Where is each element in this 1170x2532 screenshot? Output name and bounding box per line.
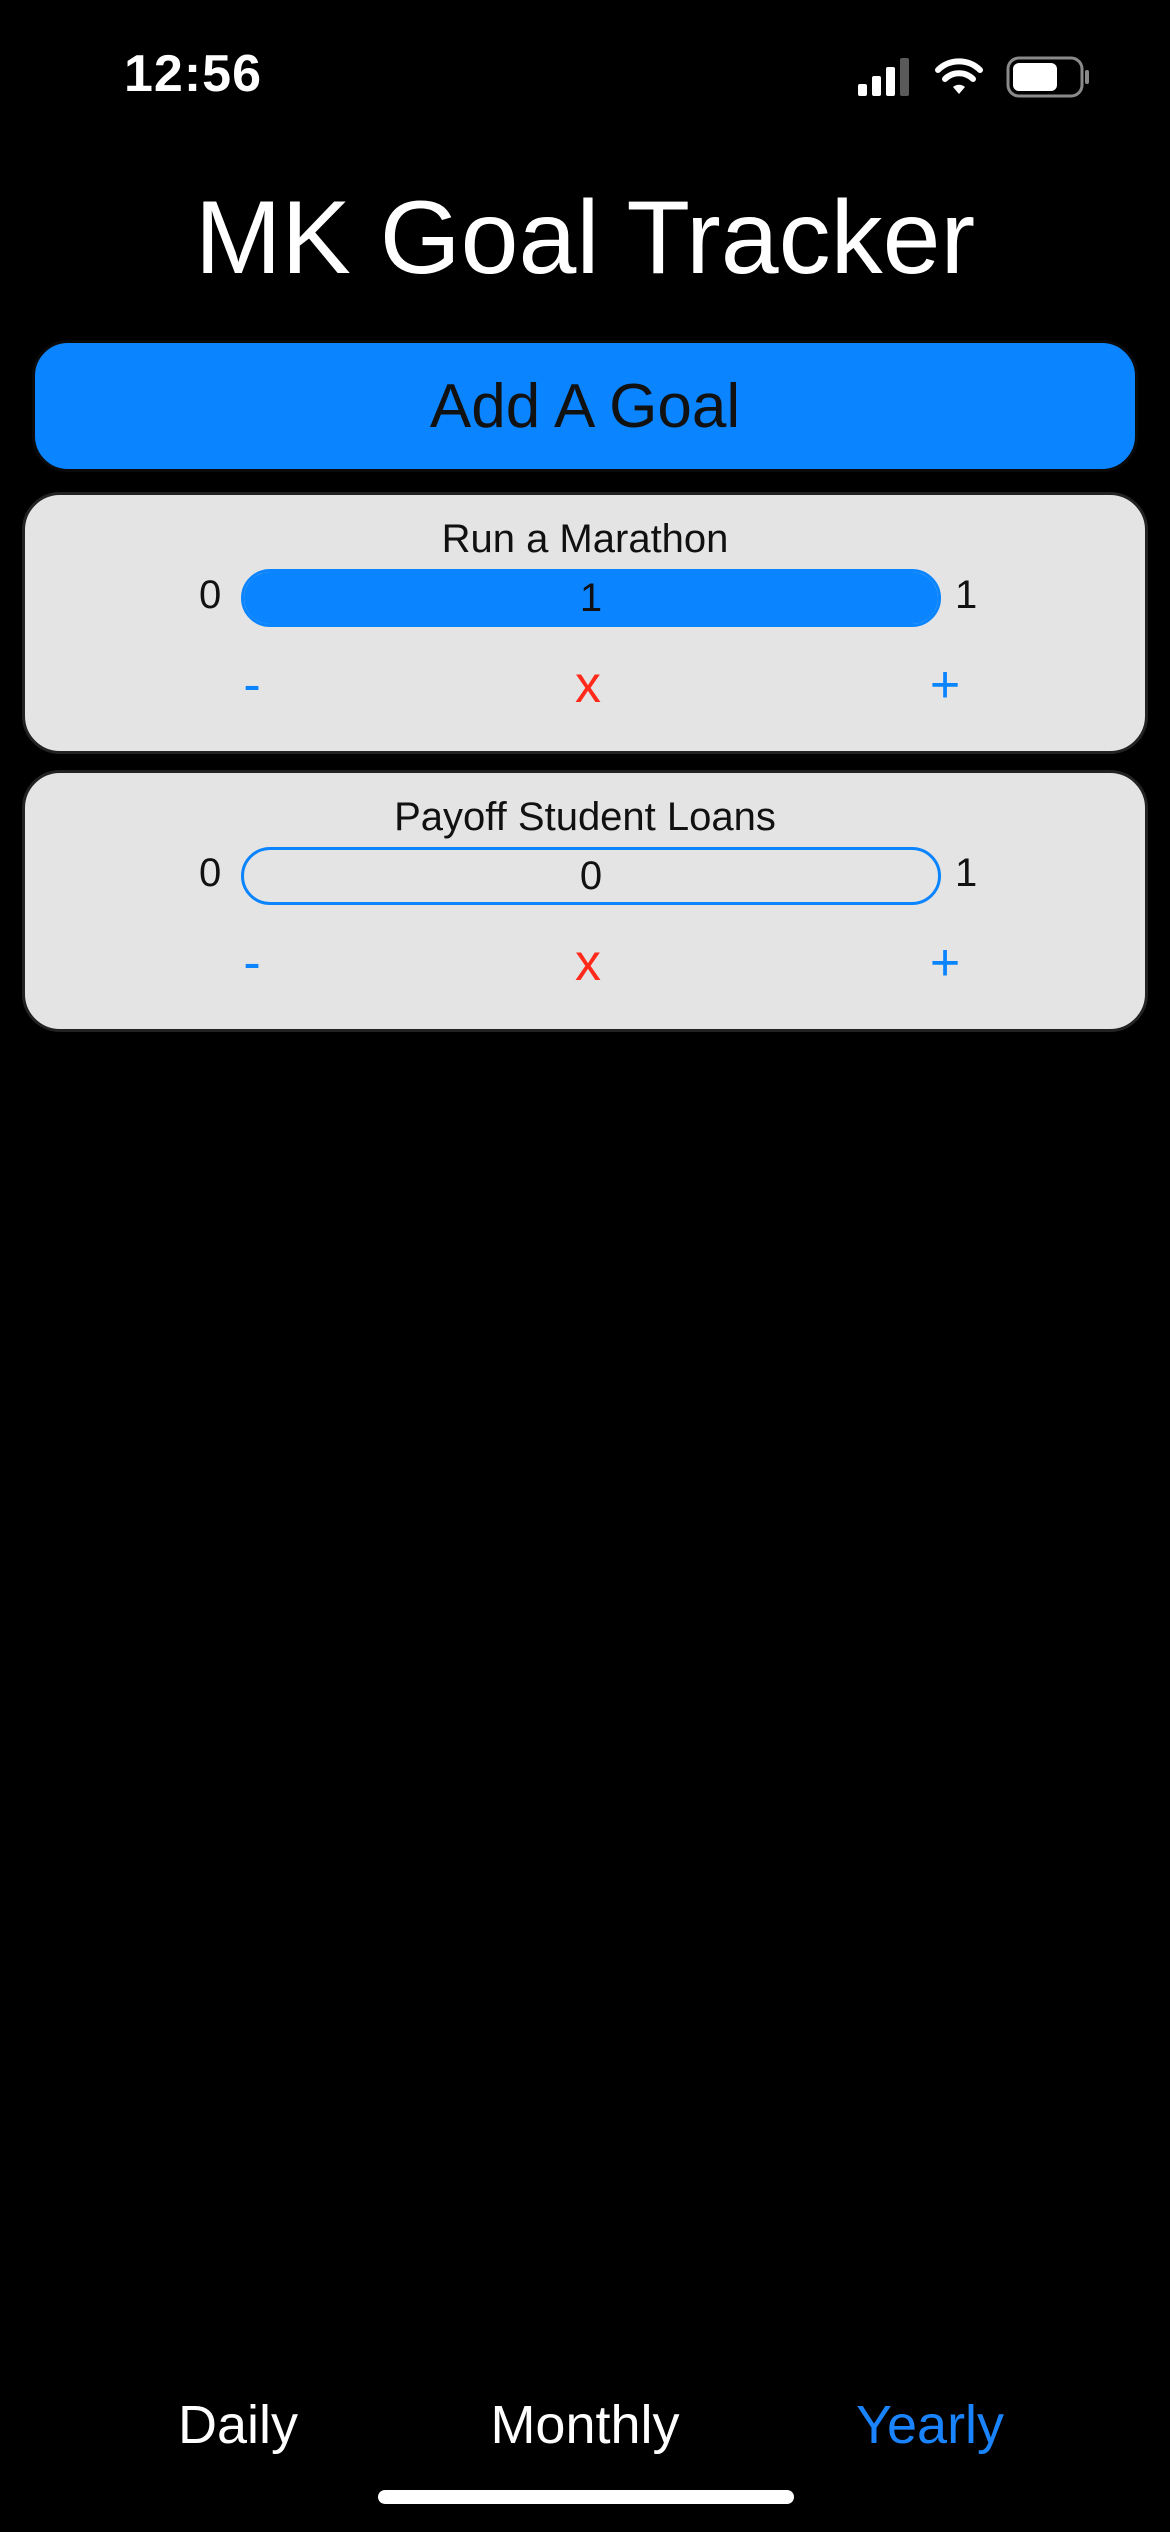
goal-max-value: 1: [955, 573, 978, 617]
decrement-button[interactable]: -: [207, 923, 297, 1003]
goal-title: Run a Marathon: [441, 517, 729, 561]
goal-progress-bar: 0: [241, 847, 941, 905]
cellular-signal-icon: [858, 57, 912, 101]
home-indicator[interactable]: [378, 2490, 794, 2504]
goal-max-value: 1: [955, 851, 978, 895]
tab-monthly[interactable]: Monthly: [405, 2380, 765, 2470]
goal-min-value: 0: [199, 573, 222, 617]
goal-progress-bar: 1: [241, 569, 941, 627]
delete-goal-button[interactable]: x: [543, 923, 633, 1003]
delete-goal-button[interactable]: x: [543, 645, 633, 725]
increment-button[interactable]: +: [900, 645, 990, 725]
tab-yearly[interactable]: Yearly: [750, 2380, 1110, 2470]
add-goal-button[interactable]: Add A Goal: [32, 340, 1138, 472]
goal-card: Run a Marathon 0 1 1 - x +: [22, 492, 1148, 754]
status-time: 12:56: [124, 45, 262, 103]
tab-daily[interactable]: Daily: [58, 2380, 418, 2470]
tab-bar: Daily Monthly Yearly: [0, 2380, 1170, 2470]
goal-title: Payoff Student Loans: [394, 795, 776, 839]
wifi-icon: [934, 57, 984, 101]
status-icons: [858, 56, 1090, 102]
goal-current-value: 0: [579, 853, 603, 898]
battery-icon: [1006, 56, 1090, 103]
increment-button[interactable]: +: [900, 923, 990, 1003]
app-title: MK Goal Tracker: [194, 180, 976, 296]
goal-min-value: 0: [199, 851, 222, 895]
status-bar: 12:56: [0, 0, 1170, 150]
decrement-button[interactable]: -: [207, 645, 297, 725]
goal-card: Payoff Student Loans 0 0 1 - x +: [22, 770, 1148, 1032]
goal-current-value: 1: [579, 575, 603, 620]
